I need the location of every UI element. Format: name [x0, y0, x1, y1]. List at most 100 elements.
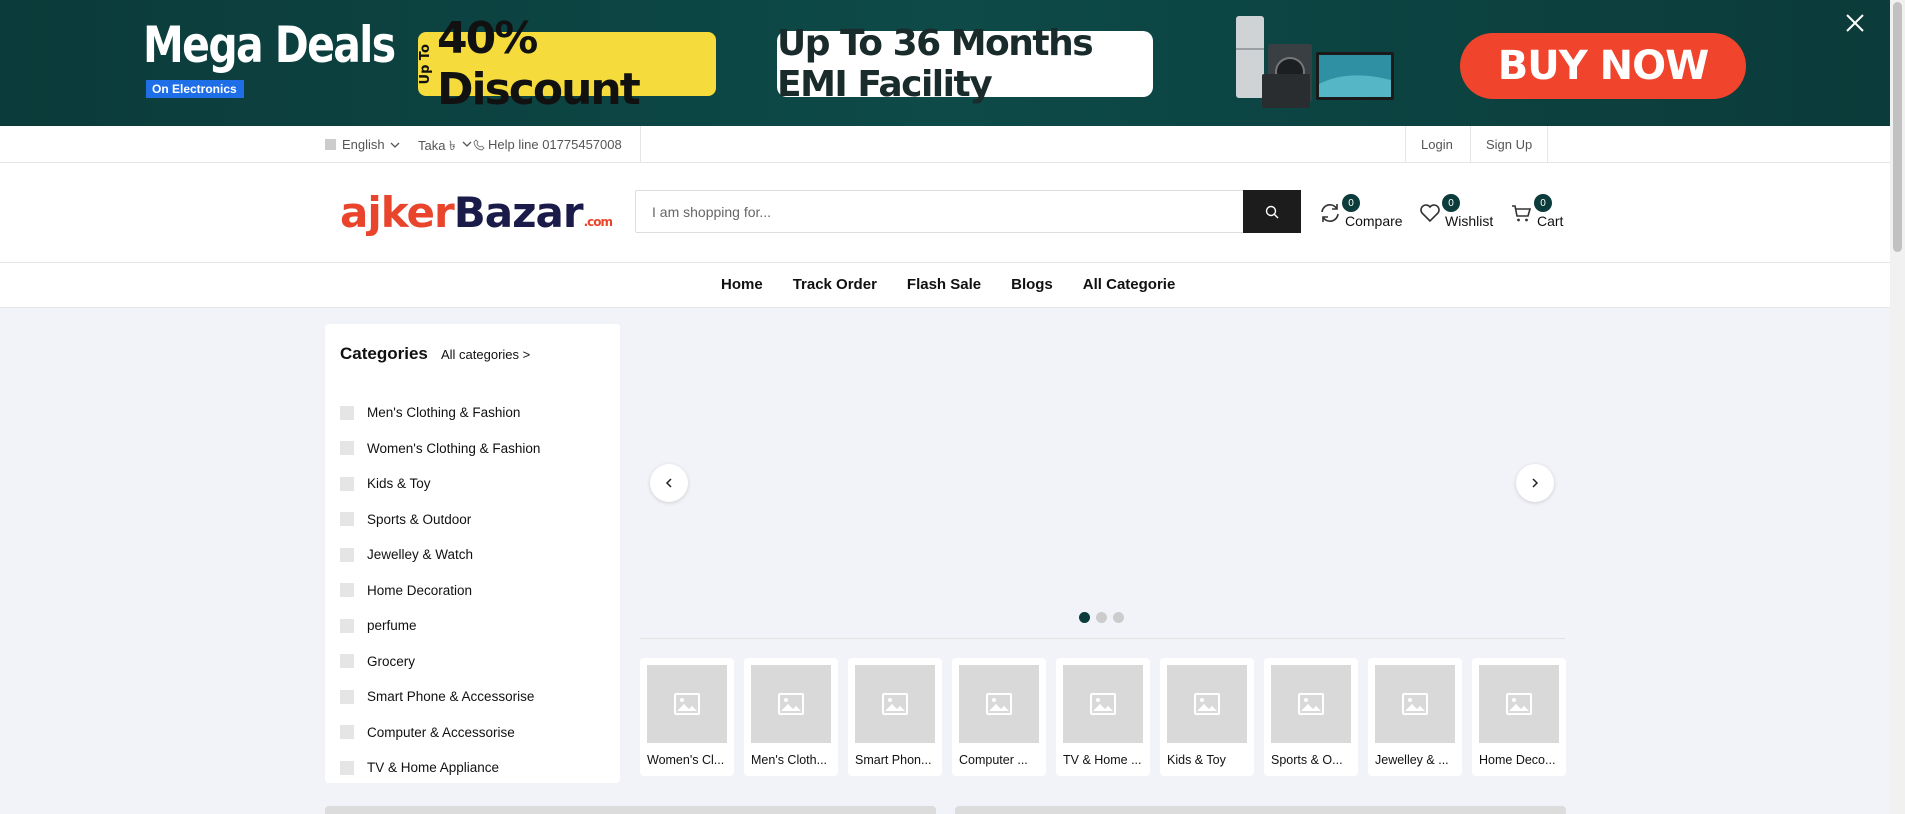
category-item[interactable]: Kids & Toy: [340, 466, 540, 502]
discount-badge: Up To 40% Discount: [418, 13, 716, 115]
category-item[interactable]: TV & Home Appliance: [340, 750, 540, 786]
placeholder-image-icon: [647, 665, 727, 743]
divider: [1547, 126, 1548, 163]
slider-dots: [1079, 612, 1124, 623]
category-tile[interactable]: Kids & Toy: [1160, 658, 1254, 776]
cart-icon: [1512, 205, 1532, 222]
placeholder-image-icon: [1479, 665, 1559, 743]
slider-next-button[interactable]: [1516, 464, 1554, 502]
category-item[interactable]: Computer & Accessorise: [340, 715, 540, 751]
slider-dot[interactable]: [1096, 612, 1107, 623]
placeholder-image-icon: [751, 665, 831, 743]
discount-text: 40% Discount: [437, 13, 641, 115]
nav-track-order[interactable]: Track Order: [793, 276, 877, 293]
top-bar: English Taka ৳ Help line 01775457008 Log…: [0, 126, 1890, 163]
category-item[interactable]: Women's Clothing & Fashion: [340, 431, 540, 467]
category-image-icon: [340, 689, 354, 704]
helpline-text: Help line 01775457008: [488, 137, 622, 152]
category-item[interactable]: Jewelley & Watch: [340, 537, 540, 573]
category-image-icon: [340, 512, 354, 527]
heart-icon: [1420, 204, 1440, 223]
slider-dot[interactable]: [1079, 612, 1090, 623]
nav-all-categories[interactable]: All Categorie: [1083, 276, 1176, 293]
page-scrollbar[interactable]: [1890, 0, 1905, 814]
site-logo[interactable]: ajker Bazar .com: [340, 187, 613, 237]
nav-flash-sale[interactable]: Flash Sale: [907, 276, 981, 293]
category-label: Men's Clothing & Fashion: [367, 405, 521, 421]
category-image-icon: [340, 725, 354, 740]
category-image-icon: [340, 405, 354, 420]
scrollbar-thumb[interactable]: [1893, 2, 1902, 252]
divider: [1405, 126, 1406, 163]
placeholder-image-icon: [1167, 665, 1247, 743]
search-input[interactable]: [636, 191, 1236, 232]
mega-deals-subtitle: On Electronics: [146, 80, 244, 98]
category-tile[interactable]: Women's Cl...: [640, 658, 734, 776]
category-label: Women's Clothing & Fashion: [367, 440, 541, 456]
category-tiles: Women's Cl... Men's Cloth... Smart Phon.…: [640, 658, 1566, 776]
login-link[interactable]: Login: [1421, 137, 1453, 152]
tile-label: Home Deco...: [1479, 753, 1556, 767]
category-label: Kids & Toy: [367, 476, 431, 492]
wishlist-label: Wishlist: [1445, 213, 1494, 229]
category-item[interactable]: Grocery: [340, 644, 540, 680]
category-item[interactable]: perfume: [340, 608, 540, 644]
signup-link[interactable]: Sign Up: [1486, 137, 1532, 152]
cart-button[interactable]: 0 Cart: [1510, 194, 1564, 229]
banner-placeholder-left: [325, 806, 936, 814]
category-label: TV & Home Appliance: [367, 760, 500, 776]
divider: [640, 638, 1565, 639]
tile-label: Computer ...: [959, 753, 1028, 767]
category-tile[interactable]: TV & Home ...: [1056, 658, 1150, 776]
tile-label: Sports & O...: [1271, 753, 1343, 767]
promo-banner[interactable]: Mega Deals On Electronics Up To 40% Disc…: [0, 0, 1890, 126]
wishlist-button[interactable]: 0 Wishlist: [1418, 194, 1494, 229]
category-image-icon: [340, 547, 354, 562]
logo-tld: .com: [583, 215, 613, 229]
cart-label: Cart: [1537, 213, 1564, 229]
helpline: Help line 01775457008: [473, 137, 622, 152]
banner-placeholder-right: [955, 806, 1566, 814]
category-label: Computer & Accessorise: [367, 724, 515, 740]
search-button[interactable]: [1243, 190, 1301, 233]
buy-now-button[interactable]: BUY NOW: [1460, 33, 1746, 99]
category-tile[interactable]: Sports & O...: [1264, 658, 1358, 776]
discount-upto: Up To: [418, 43, 433, 85]
placeholder-image-icon: [855, 665, 935, 743]
all-categories-link[interactable]: All categories >: [441, 347, 530, 362]
slider-prev-button[interactable]: [650, 464, 688, 502]
compare-button[interactable]: 0 Compare: [1318, 194, 1403, 229]
divider: [640, 126, 641, 163]
tile-label: Jewelley & ...: [1375, 753, 1449, 767]
category-tile[interactable]: Men's Cloth...: [744, 658, 838, 776]
slider-dot[interactable]: [1113, 612, 1124, 623]
category-tile[interactable]: Computer ...: [952, 658, 1046, 776]
appliances-image: [1236, 16, 1394, 108]
category-tile[interactable]: Smart Phon...: [848, 658, 942, 776]
emi-badge: Up To 36 Months EMI Facility: [777, 23, 1153, 105]
nav-blogs[interactable]: Blogs: [1011, 276, 1053, 293]
placeholder-image-icon: [1063, 665, 1143, 743]
category-item[interactable]: Men's Clothing & Fashion: [340, 395, 540, 431]
tile-label: Smart Phon...: [855, 753, 932, 767]
currency-selector[interactable]: Taka ৳: [418, 137, 473, 158]
category-label: perfume: [367, 618, 417, 634]
wishlist-count-badge: 0: [1442, 194, 1460, 212]
chevron-down-icon: [462, 141, 472, 147]
category-item[interactable]: Smart Phone & Accessorise: [340, 679, 540, 715]
placeholder-image-icon: [1375, 665, 1455, 743]
category-image-icon: [340, 654, 354, 669]
category-image-icon: [340, 441, 354, 456]
mega-deals-title: Mega Deals: [143, 16, 396, 74]
language-selector[interactable]: English: [325, 137, 401, 152]
category-label: Home Decoration: [367, 582, 473, 598]
category-item[interactable]: Home Decoration: [340, 573, 540, 609]
refresh-icon: [1321, 204, 1339, 222]
category-tile[interactable]: Home Deco...: [1472, 658, 1566, 776]
category-item[interactable]: Sports & Outdoor: [340, 502, 540, 538]
compare-label: Compare: [1345, 213, 1403, 229]
nav-home[interactable]: Home: [721, 276, 763, 293]
category-image-icon: [340, 476, 354, 491]
close-icon[interactable]: [1843, 11, 1867, 35]
category-tile[interactable]: Jewelley & ...: [1368, 658, 1462, 776]
